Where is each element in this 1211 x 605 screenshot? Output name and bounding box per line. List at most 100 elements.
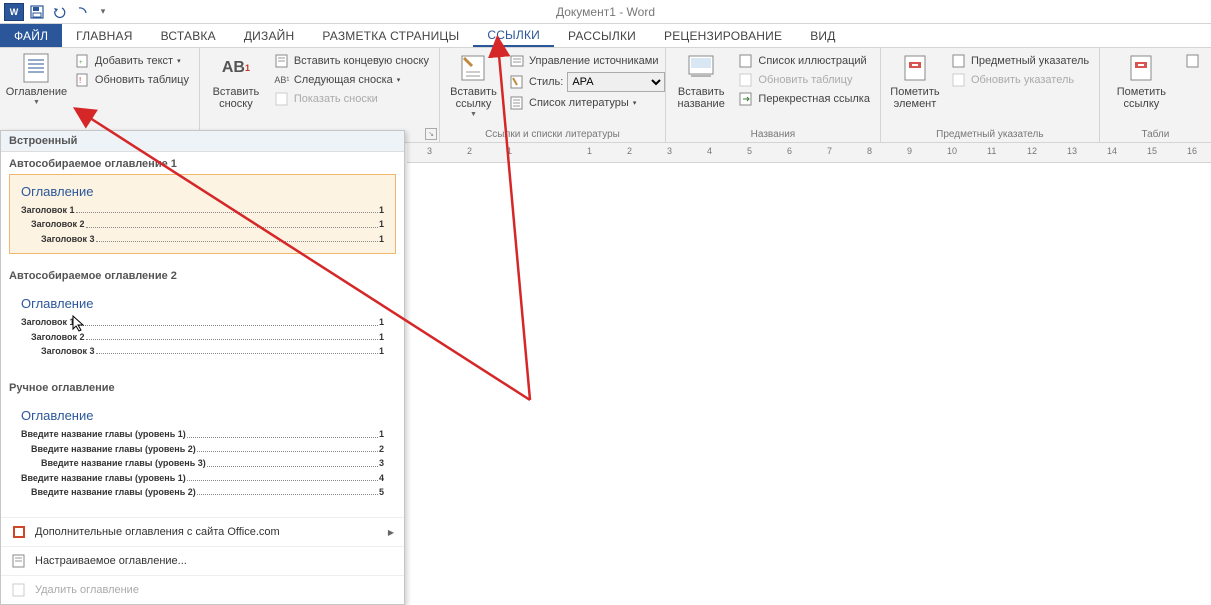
more-toc-online[interactable]: Дополнительные оглавления с сайта Office… — [1, 517, 404, 546]
update-icon: ! — [75, 72, 91, 88]
mark-entry-label: Пометить элемент — [889, 86, 941, 110]
toc-label: Оглавление — [6, 86, 67, 98]
show-notes-label: Показать сноски — [294, 93, 378, 105]
ruler-tick: 9 — [907, 146, 912, 156]
ruler-tick: 1 — [587, 146, 592, 156]
tab-page-layout[interactable]: РАЗМЕТКА СТРАНИЦЫ — [308, 24, 473, 47]
toc-preview-row: Введите название главы (уровень 2)5 — [21, 485, 384, 499]
insert-index-button[interactable]: Предметный указатель — [947, 52, 1093, 70]
update-captions-button[interactable]: Обновить таблицу — [734, 71, 874, 89]
tab-design[interactable]: ДИЗАЙН — [230, 24, 309, 47]
toc-gallery-preview[interactable]: ОглавлениеВведите название главы (уровен… — [9, 398, 396, 507]
crossref-label: Перекрестная ссылка — [758, 93, 870, 105]
tab-references[interactable]: ССЫЛКИ — [473, 24, 554, 47]
toa-extra-icon[interactable] — [1181, 52, 1205, 70]
insert-caption-button[interactable]: Вставить название — [672, 50, 730, 127]
insert-footnote-label: Вставить сноску — [208, 86, 264, 110]
add-text-button[interactable]: + Добавить текст ▾ — [71, 52, 193, 70]
mark-citation-button[interactable]: Пометить ссылку — [1106, 50, 1177, 127]
tab-review[interactable]: РЕЦЕНЗИРОВАНИЕ — [650, 24, 796, 47]
ribbon: Оглавление ▼ + Добавить текст ▾ ! Обнови… — [0, 48, 1211, 143]
mark-citation-label: Пометить ссылку — [1108, 86, 1175, 110]
update-index-button[interactable]: Обновить указатель — [947, 71, 1093, 89]
tab-insert[interactable]: ВСТАВКА — [147, 24, 230, 47]
cursor-icon — [72, 315, 86, 333]
insert-footnote-button[interactable]: AB1 Вставить сноску — [206, 50, 266, 127]
insert-citation-button[interactable]: Вставить ссылку ▼ — [446, 50, 501, 127]
tab-view[interactable]: ВИД — [796, 24, 849, 47]
show-notes-button[interactable]: Показать сноски — [270, 90, 433, 108]
tab-home[interactable]: ГЛАВНАЯ — [62, 24, 146, 47]
group-toa: Пометить ссылку Табли — [1100, 48, 1211, 142]
horizontal-ruler[interactable]: 32112345678910111213141516 — [407, 143, 1211, 163]
qat-customize-icon[interactable]: ▾ — [94, 3, 112, 21]
update-index-icon — [951, 72, 967, 88]
insert-index-icon — [951, 53, 967, 69]
mark-entry-button[interactable]: Пометить элемент — [887, 50, 943, 127]
toc-button[interactable]: Оглавление ▼ — [6, 50, 67, 138]
toc-row-page: 1 — [379, 232, 384, 246]
remove-toc[interactable]: Удалить оглавление — [1, 575, 404, 604]
update-index-label: Обновить указатель — [971, 74, 1074, 86]
mark-entry-icon — [899, 52, 931, 84]
toc-gallery-title: Ручное оглавление — [1, 376, 404, 398]
toc-icon — [20, 52, 52, 84]
custom-toc-label: Настраиваемое оглавление... — [35, 555, 187, 567]
toc-preview-row: Заголовок 31 — [21, 344, 384, 358]
tab-mailings[interactable]: РАССЫЛКИ — [554, 24, 650, 47]
ruler-tick: 7 — [827, 146, 832, 156]
ruler-tick: 4 — [707, 146, 712, 156]
word-logo-icon: W — [4, 3, 24, 21]
redo-icon[interactable] — [72, 3, 90, 21]
toc-row-page: 1 — [379, 203, 384, 217]
toc-row-leader — [96, 340, 378, 354]
list-figures-icon — [738, 53, 754, 69]
ribbon-tabs: ФАЙЛ ГЛАВНАЯ ВСТАВКА ДИЗАЙН РАЗМЕТКА СТР… — [0, 24, 1211, 48]
next-footnote-button[interactable]: AB¹ Следующая сноска ▾ — [270, 71, 433, 89]
toc-gallery-preview[interactable]: ОглавлениеЗаголовок 11Заголовок 21Заголо… — [9, 286, 396, 366]
toc-row-label: Введите название главы (уровень 1) — [21, 471, 186, 485]
citation-style-select[interactable]: APA — [567, 72, 665, 92]
ruler-tick: 15 — [1147, 146, 1157, 156]
list-figures-button[interactable]: Список иллюстраций — [734, 52, 874, 70]
toc-row-page: 1 — [379, 330, 384, 344]
toc-row-page: 1 — [379, 217, 384, 231]
tab-file[interactable]: ФАЙЛ — [0, 24, 62, 47]
toc-gallery-title: Автособираемое оглавление 1 — [1, 152, 404, 174]
chevron-right-icon: ▶ — [388, 528, 394, 537]
citation-style-row: Стиль: APA — [505, 71, 669, 93]
toc-row-leader — [207, 452, 378, 466]
citation-icon — [458, 52, 490, 84]
ruler-tick: 2 — [627, 146, 632, 156]
style-icon — [509, 74, 525, 90]
toc-row-page: 1 — [379, 315, 384, 329]
footnotes-dialog-launcher[interactable]: ↘ — [425, 128, 437, 140]
ruler-tick: 11 — [987, 146, 996, 156]
custom-toc[interactable]: Настраиваемое оглавление... — [1, 546, 404, 575]
toc-gallery-preview[interactable]: ОглавлениеЗаголовок 11Заголовок 21Заголо… — [9, 174, 396, 254]
insert-endnote-button[interactable]: Вставить концевую сноску — [270, 52, 433, 70]
toc-preview-title: Оглавление — [21, 296, 384, 311]
show-notes-icon — [274, 91, 290, 107]
toc-row-label: Заголовок 3 — [21, 344, 95, 358]
group-footnotes: AB1 Вставить сноску Вставить концевую сн… — [200, 48, 440, 142]
update-captions-icon — [738, 72, 754, 88]
undo-icon[interactable] — [50, 3, 68, 21]
bibliography-button[interactable]: Список литературы ▾ — [505, 94, 669, 112]
add-text-label: Добавить текст — [95, 55, 173, 67]
save-icon[interactable] — [28, 3, 46, 21]
workspace: 32112345678910111213141516 — [407, 143, 1211, 596]
insert-caption-label: Вставить название — [674, 86, 728, 110]
group-captions: Вставить название Список иллюстраций Обн… — [666, 48, 881, 142]
update-toc-label: Обновить таблицу — [95, 74, 189, 86]
manage-sources-button[interactable]: Управление источниками — [505, 52, 669, 70]
toc-row-leader — [187, 423, 378, 437]
toc-row-label: Заголовок 2 — [21, 217, 85, 231]
index-group-label: Предметный указатель — [887, 127, 1093, 140]
cross-reference-button[interactable]: Перекрестная ссылка — [734, 90, 874, 108]
toc-row-leader — [86, 213, 378, 227]
toc-row-label: Введите название главы (уровень 2) — [21, 485, 196, 499]
document-page[interactable] — [407, 163, 1211, 593]
update-toc-button[interactable]: ! Обновить таблицу — [71, 71, 193, 89]
office-icon — [11, 524, 27, 540]
